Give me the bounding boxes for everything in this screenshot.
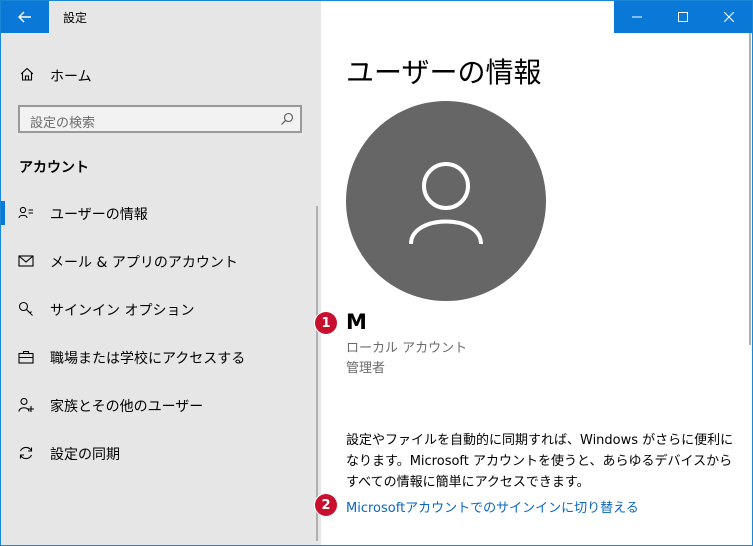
- window-controls: [614, 1, 752, 33]
- section-title: アカウント: [19, 160, 89, 176]
- minimize-button[interactable]: [614, 1, 660, 33]
- sidebar-item-label: サインイン オプション: [50, 303, 195, 319]
- page-title: ユーザーの情報: [346, 56, 542, 89]
- sidebar-item-sign-in-options[interactable]: サインイン オプション: [1, 289, 311, 329]
- user-card-icon: [18, 206, 33, 219]
- settings-window: 設定 ホーム 設定の検索 アカウント ユーザーの情報 メール & アプリのアカウ…: [0, 0, 753, 546]
- sync-description: 設定やファイルを自動的に同期すれば、Windows がさらに便利になります。Mi…: [346, 433, 734, 490]
- key-icon: [18, 301, 33, 316]
- annotation-badge-2: 2: [315, 494, 337, 516]
- account-role: 管理者: [346, 361, 386, 376]
- sidebar-item-label: 家族とその他のユーザー: [50, 399, 204, 415]
- sidebar-item-label: 設定の同期: [50, 447, 120, 463]
- add-user-icon: [18, 397, 34, 412]
- mail-icon: [18, 255, 34, 267]
- sidebar: 設定 ホーム 設定の検索 アカウント ユーザーの情報 メール & アプリのアカウ…: [1, 1, 321, 545]
- main-content: ユーザーの情報 M ローカル アカウント 管理者 設定やファイルを自動的に同期す…: [321, 1, 752, 545]
- sidebar-item-your-info[interactable]: ユーザーの情報: [1, 193, 311, 233]
- sidebar-item-label: ユーザーの情報: [50, 207, 148, 223]
- sidebar-item-label: メール & アプリのアカウント: [50, 255, 238, 271]
- user-icon: [409, 162, 483, 245]
- sidebar-item-sync-settings[interactable]: 設定の同期: [1, 433, 311, 473]
- back-arrow-icon: [18, 11, 31, 23]
- minimize-icon: [632, 16, 642, 18]
- close-icon: [724, 12, 734, 22]
- home-icon: [20, 67, 34, 81]
- sidebar-item-family-users[interactable]: 家族とその他のユーザー: [1, 385, 311, 425]
- sidebar-scrollbar[interactable]: [316, 206, 318, 541]
- user-name: M: [346, 310, 367, 334]
- briefcase-icon: [18, 350, 34, 364]
- back-button[interactable]: [1, 1, 49, 33]
- maximize-button[interactable]: [660, 1, 706, 33]
- maximize-icon: [678, 12, 688, 22]
- switch-to-microsoft-account-link[interactable]: Microsoftアカウントでのサインインに切り替える: [346, 497, 639, 516]
- app-title: 設定: [63, 11, 88, 25]
- sidebar-item-label: 職場または学校にアクセスする: [50, 351, 246, 367]
- sidebar-item-email-accounts[interactable]: メール & アプリのアカウント: [1, 241, 311, 281]
- sidebar-item-access-work[interactable]: 職場または学校にアクセスする: [1, 337, 311, 377]
- content-scrollbar[interactable]: [749, 33, 751, 345]
- avatar[interactable]: [346, 101, 546, 301]
- search-placeholder: 設定の検索: [30, 116, 96, 131]
- title-bar: 設定: [1, 1, 321, 33]
- search-icon[interactable]: [280, 112, 294, 126]
- account-type: ローカル アカウント: [346, 341, 468, 356]
- home-label: ホーム: [50, 69, 92, 85]
- home-nav-item[interactable]: ホーム: [1, 57, 321, 91]
- annotation-badge-1: 1: [315, 312, 337, 334]
- search-input[interactable]: 設定の検索: [18, 105, 302, 133]
- sync-icon: [19, 446, 33, 460]
- close-button[interactable]: [706, 1, 752, 33]
